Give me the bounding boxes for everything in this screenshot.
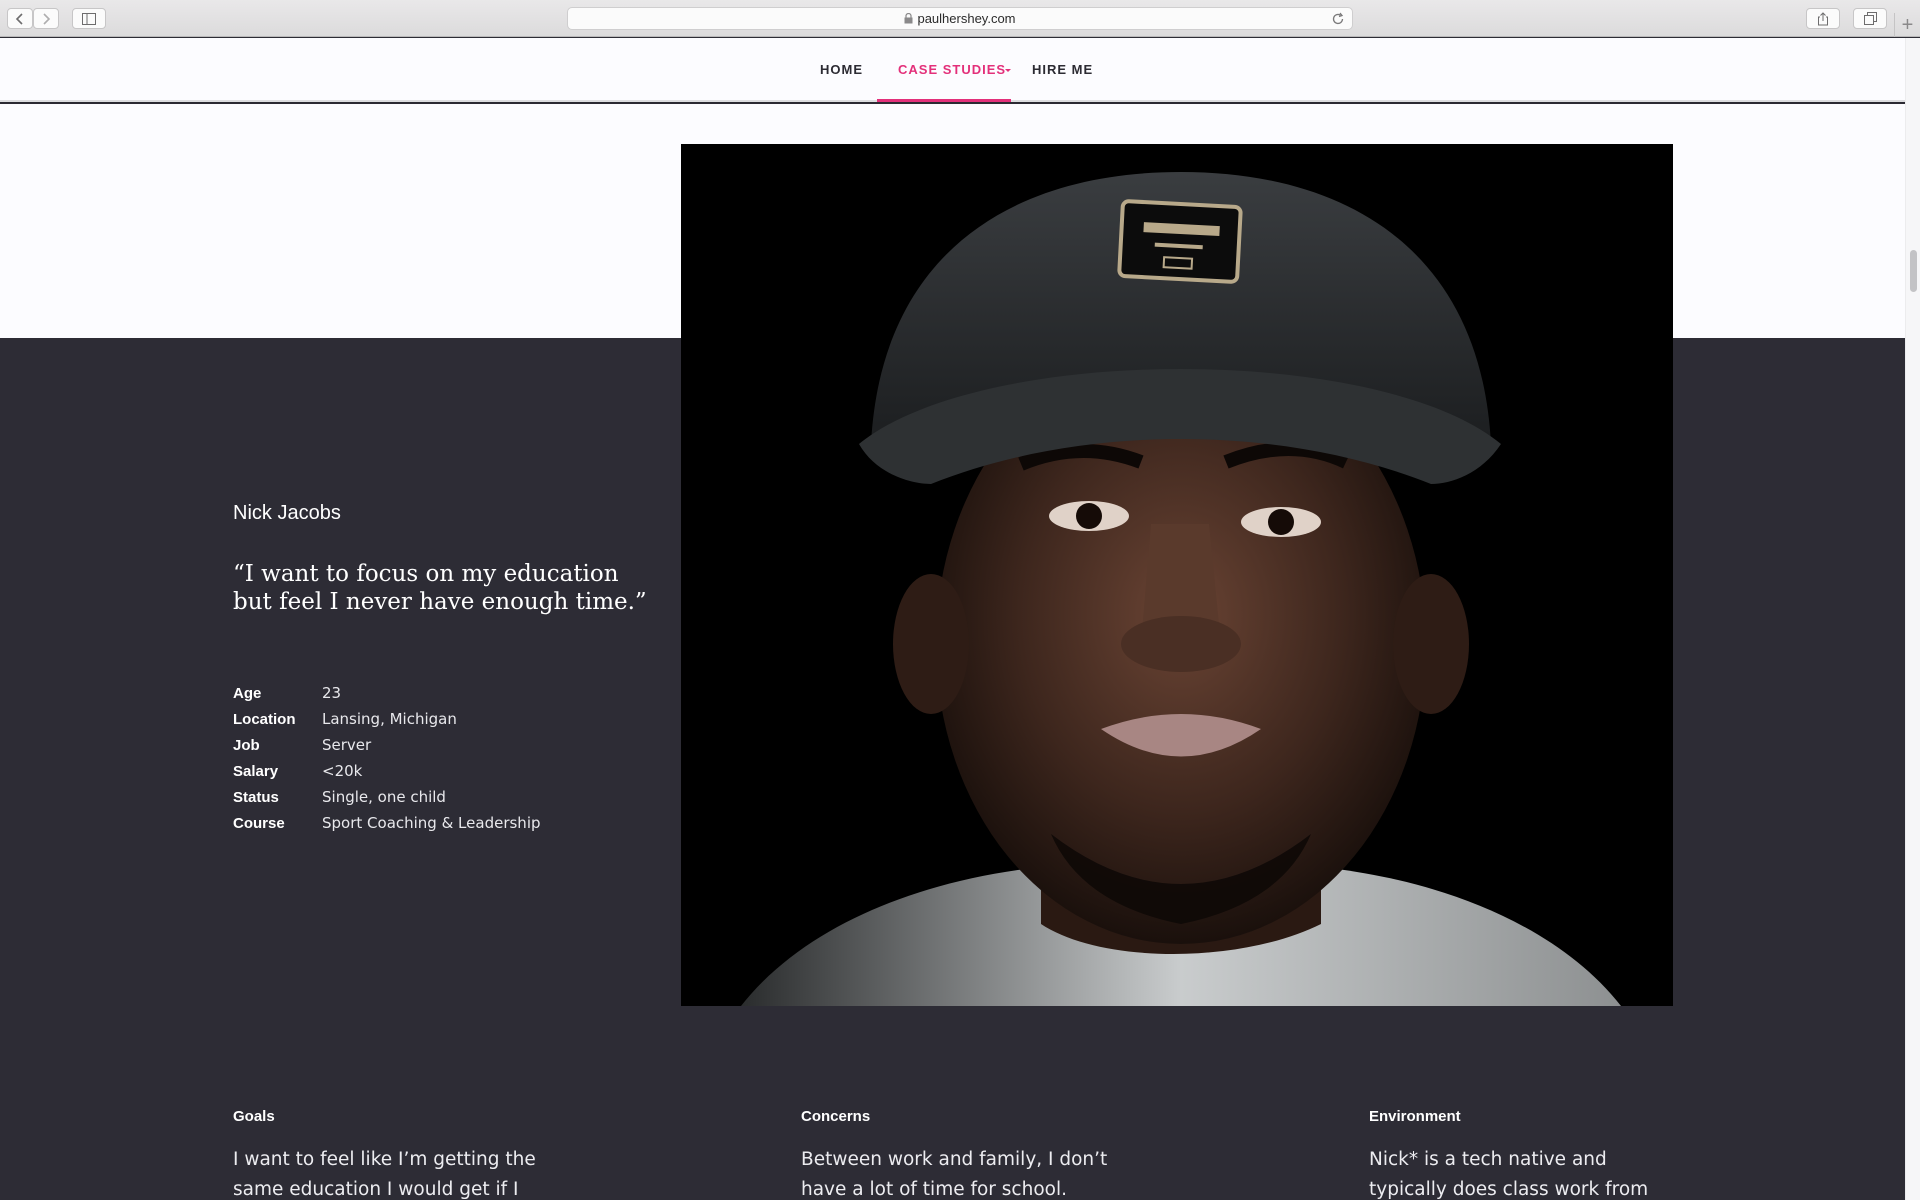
section-title-environment: Environment [1369,1108,1461,1125]
sidebar-toggle-button[interactable] [72,8,106,29]
section-title-goals: Goals [233,1108,275,1125]
fact-label: Course [233,815,285,832]
site-header: HOME CASE STUDIES HIRE ME [0,38,1905,102]
browser-toolbar: paulhershey.com + [0,0,1920,37]
section-title-concerns: Concerns [801,1108,871,1125]
address-bar[interactable]: paulhershey.com [567,7,1353,30]
chevron-left-icon [15,12,23,25]
goals-section: Goals I want to feel like I’m getting th… [233,1108,543,1200]
nav-home[interactable]: HOME [820,38,863,102]
persona-facts: Age 23 Location Lansing, Michigan Job Se… [233,684,541,840]
new-tab-button[interactable]: + [1894,13,1920,37]
fact-value: Lansing, Michigan [322,710,457,728]
section-body-environment: Nick* is a tech native and typically doe… [1369,1149,1649,1200]
fact-label: Job [233,737,260,754]
tabs-icon [1863,12,1877,25]
dropdown-caret-icon[interactable] [1005,69,1011,72]
tabs-overview-button[interactable] [1853,8,1887,29]
url-text: paulhershey.com [917,11,1016,26]
persona-name: Nick Jacobs [233,502,341,524]
fact-row-course: Course Sport Coaching & Leadership [233,814,541,840]
fact-label: Salary [233,763,279,780]
forward-button[interactable] [33,8,59,29]
fact-label: Age [233,685,262,702]
fact-value: Single, one child [322,788,446,806]
scrollbar-thumb[interactable] [1910,250,1917,292]
fact-row-age: Age 23 [233,684,541,710]
persona-photo [681,144,1673,1006]
section-body-goals: I want to feel like I’m getting the same… [233,1149,536,1200]
page-viewport: HOME CASE STUDIES HIRE ME Nick Jacobs “I… [0,38,1905,1200]
active-nav-underline [877,99,1011,102]
fact-value: 23 [322,684,342,702]
sidebar-icon [82,12,96,25]
fact-row-status: Status Single, one child [233,788,541,814]
fact-label: Status [233,789,279,806]
fact-label: Location [233,711,296,728]
chevron-right-icon [43,12,51,25]
nav-hire-me[interactable]: HIRE ME [1032,38,1093,102]
persona-quote: “I want to focus on my education but fee… [233,561,647,615]
nav-case-studies[interactable]: CASE STUDIES [898,38,1006,102]
environment-section: Environment Nick* is a tech native and t… [1369,1108,1679,1200]
main-nav: HOME CASE STUDIES HIRE ME [0,38,1905,102]
lock-icon [904,13,913,24]
share-icon [1818,11,1828,25]
fact-row-salary: Salary <20k [233,762,541,788]
persona-portrait-illustration [681,144,1673,1006]
fact-value: Server [322,736,372,754]
fact-row-location: Location Lansing, Michigan [233,710,541,736]
page-scrollbar[interactable] [1905,38,1920,1200]
fact-value: Sport Coaching & Leadership [322,814,541,832]
fact-row-job: Job Server [233,736,541,762]
reload-icon[interactable] [1331,12,1345,26]
fact-value: <20k [322,762,363,780]
back-button[interactable] [7,8,33,29]
concerns-section: Concerns Between work and family, I don’… [801,1108,1111,1200]
section-body-concerns: Between work and family, I don’t have a … [801,1149,1108,1200]
share-button[interactable] [1806,8,1840,29]
